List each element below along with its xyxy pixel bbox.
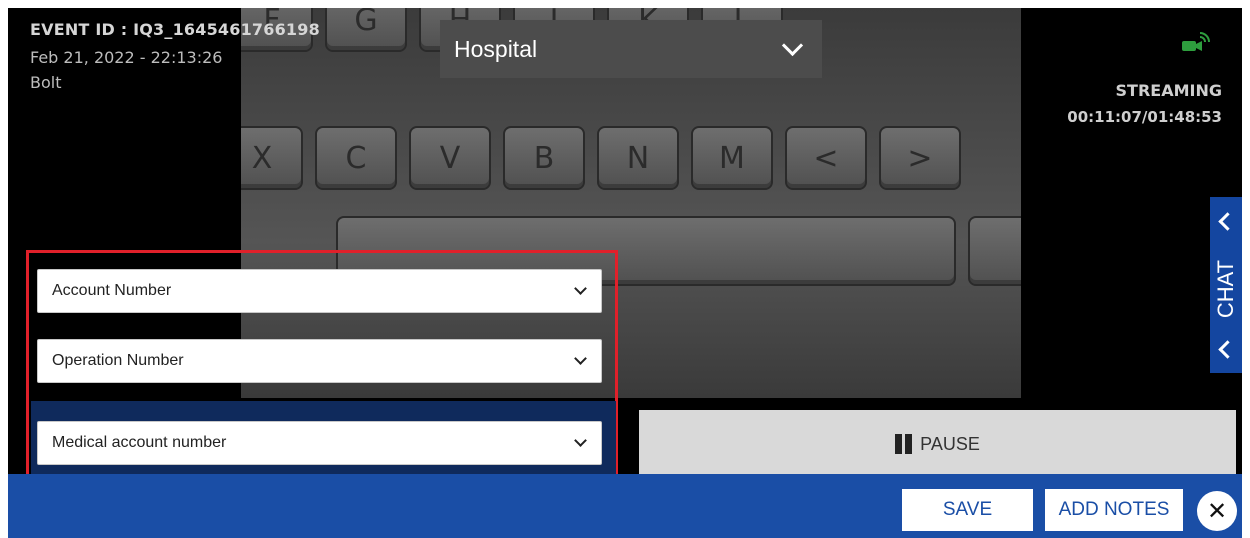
- chevron-left-icon: [1218, 212, 1237, 231]
- event-info: EVENT ID : IQ3_1645461766198 Feb 21, 202…: [30, 20, 320, 92]
- keyboard-key: >: [879, 126, 961, 190]
- field-dropdowns-panel: Account Number Operation Number Medical …: [26, 250, 618, 482]
- chevron-down-icon: [574, 352, 587, 365]
- bottom-action-bar: SAVE ADD NOTES ✕: [8, 474, 1242, 538]
- streaming-time: 00:11:07/01:48:53: [1067, 108, 1222, 126]
- medical-account-number-select[interactable]: Medical account number: [37, 421, 602, 465]
- hospital-select[interactable]: Hospital: [440, 20, 822, 78]
- account-number-select[interactable]: Account Number: [37, 269, 602, 313]
- field-label: Account Number: [52, 282, 172, 299]
- save-button[interactable]: SAVE: [902, 489, 1033, 531]
- field-label: Medical account number: [52, 434, 227, 451]
- pause-button[interactable]: PAUSE: [639, 410, 1236, 478]
- video-camera-signal-icon: [1182, 32, 1210, 51]
- chat-tab-label: CHAT: [1213, 259, 1239, 319]
- close-icon: ✕: [1206, 497, 1228, 525]
- chevron-down-icon: [781, 34, 804, 56]
- event-datetime: Feb 21, 2022 - 22:13:26: [30, 48, 223, 67]
- keyboard-row-middle: X C V B N M < >: [241, 126, 961, 190]
- keyboard-key: G: [325, 8, 407, 52]
- keyboard-key: N: [597, 126, 679, 190]
- chevron-down-icon: [574, 434, 587, 447]
- hospital-select-value: Hospital: [454, 35, 538, 62]
- app-window: F G H J K L X C V B N M < > alt EVENT ID…: [8, 8, 1242, 538]
- chat-tab[interactable]: CHAT: [1210, 197, 1242, 373]
- operation-number-select[interactable]: Operation Number: [37, 339, 602, 383]
- close-button[interactable]: ✕: [1197, 491, 1237, 531]
- keyboard-key: M: [691, 126, 773, 190]
- chat-tab-label-wrap: CHAT: [1212, 259, 1240, 319]
- chevron-down-icon: [574, 282, 587, 295]
- keyboard-key: V: [409, 126, 491, 190]
- event-user: Bolt: [30, 73, 62, 92]
- keyboard-key: <: [785, 126, 867, 190]
- chevron-left-icon: [1218, 340, 1237, 359]
- pause-icon: [895, 434, 913, 454]
- field-label: Operation Number: [52, 352, 184, 369]
- streaming-status: STREAMING: [1115, 81, 1222, 100]
- add-notes-button[interactable]: ADD NOTES: [1045, 489, 1183, 531]
- keyboard-key: alt: [968, 216, 1021, 286]
- keyboard-key: X: [241, 126, 303, 190]
- keyboard-key: C: [315, 126, 397, 190]
- keyboard-key: B: [503, 126, 585, 190]
- event-id: EVENT ID : IQ3_1645461766198: [30, 20, 320, 39]
- pause-button-label: PAUSE: [920, 433, 980, 454]
